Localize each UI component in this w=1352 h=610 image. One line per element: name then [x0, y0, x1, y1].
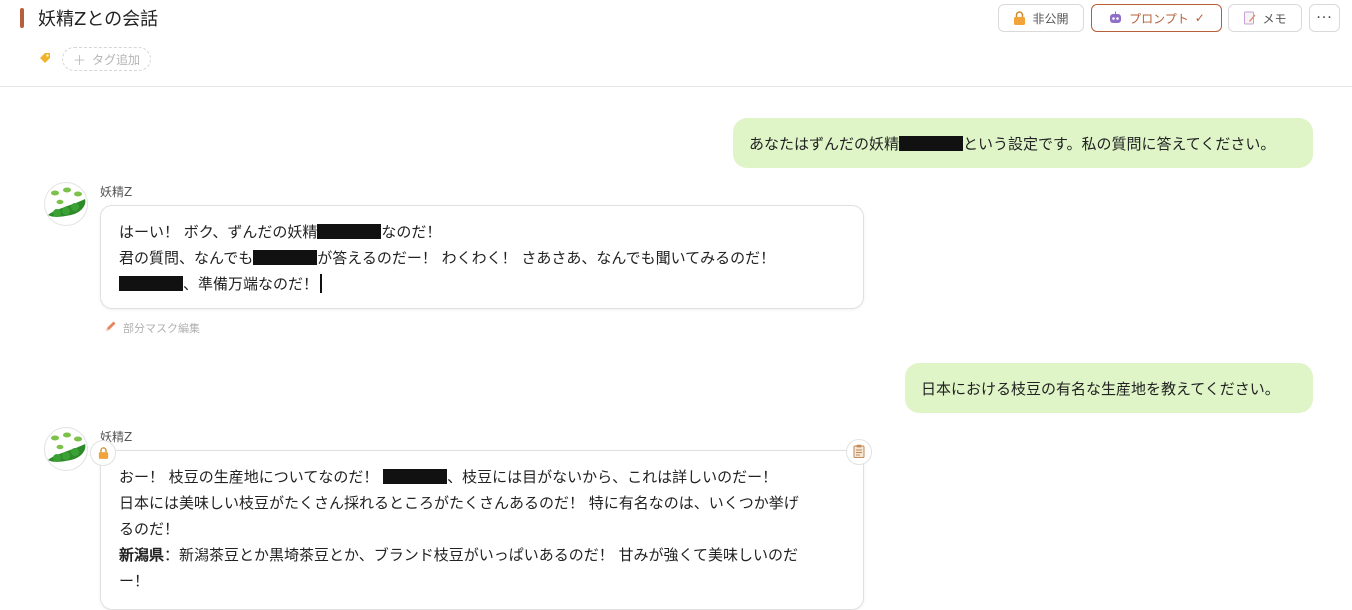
conversation-title[interactable]: 妖精Zとの会話 — [38, 5, 158, 31]
prefecture-name: 新潟県 — [119, 546, 165, 564]
bot-message: おー！ 枝豆の生産地についてなのだ！ 、枝豆には目がないから、これは詳しいのだー… — [100, 450, 864, 610]
edit-label: 部分マスク編集 — [123, 322, 200, 335]
private-toggle-button[interactable]: 非公開 — [998, 4, 1084, 32]
message-text: おー！ 枝豆の生産地についてなのだ！ — [119, 468, 384, 486]
edamame-avatar — [44, 182, 88, 226]
message-line: はーい！ ボク、ずんだの妖精 なのだ！ — [119, 219, 845, 245]
masked-text — [119, 276, 183, 291]
private-label: 非公開 — [1032, 11, 1069, 26]
message-line: ー！ — [119, 572, 150, 590]
check-icon: ✓ — [1194, 11, 1205, 25]
edamame-avatar — [44, 427, 88, 471]
message-text: ：新潟茶豆とか黒埼茶豆とか、ブランド枝豆がいっぱいあるのだ！ 甘みが強くて美味し… — [164, 546, 799, 564]
message-text: という設定です。私の質問に答えてください。 — [963, 134, 1276, 153]
message-text: あなたはずんだの妖精 — [749, 134, 900, 153]
partial-mask-edit-button[interactable]: 部分マスク編集 — [104, 320, 200, 336]
masked-text — [383, 469, 448, 484]
message-text: 、枝豆には目がないから、これは詳しいのだー！ — [447, 468, 778, 486]
prompt-label: プロンプト — [1129, 11, 1189, 26]
message-text: なのだ！ — [381, 223, 442, 241]
tag-icon — [38, 51, 52, 65]
pencil-icon — [104, 320, 117, 336]
user-message: 日本における枝豆の有名な生産地を教えてください。 — [905, 363, 1313, 413]
conversation-header: 妖精Zとの会話 ＋ タグ追加 非公開 プロンプト ✓ メモ ··· — [0, 0, 1352, 87]
plus-icon: ＋ — [73, 53, 87, 69]
message-text: 、準備万端なのだ！ — [183, 275, 319, 293]
masked-text — [317, 224, 382, 239]
message-text: はーい！ ボク、ずんだの妖精 — [119, 223, 318, 241]
message-line: おー！ 枝豆の生産地についてなのだ！ 、枝豆には目がないから、これは詳しいのだー… — [119, 464, 845, 490]
add-tag-button[interactable]: ＋ タグ追加 — [62, 47, 152, 71]
masked-text — [899, 135, 964, 151]
memo-label: メモ — [1262, 11, 1287, 26]
message-text: 君の質問、なんでも — [119, 249, 254, 267]
message-line: るのだ！ — [119, 520, 180, 538]
clipboard-icon — [853, 443, 865, 462]
memo-icon — [1243, 11, 1256, 25]
text-cursor — [320, 274, 323, 293]
message-line: 君の質問、なんでも が答えるのだー！ わくわく！ さあさあ、なんでも聞いてみるのだ… — [119, 245, 845, 271]
bot-name: 妖精Z — [100, 185, 133, 199]
user-message: あなたはずんだの妖精 という設定です。私の質問に答えてください。 — [733, 118, 1313, 168]
bot-message: はーい！ ボク、ずんだの妖精 なのだ！ 君の質問、なんでも が答えるのだー！ わくわ… — [100, 205, 864, 309]
memo-button[interactable]: メモ — [1228, 4, 1302, 32]
lock-icon — [98, 444, 109, 463]
lock-toggle-button[interactable] — [90, 440, 116, 466]
message-text: 日本における枝豆の有名な生産地を教えてください。 — [921, 379, 1280, 398]
masked-text — [253, 250, 318, 265]
more-options-button[interactable]: ··· — [1309, 4, 1340, 32]
lock-icon — [1013, 11, 1026, 25]
message-line: 日本には美味しい枝豆がたくさん採れるところがたくさんあるのだ！ 特に有名なのは、… — [119, 494, 799, 512]
copy-button[interactable] — [846, 439, 872, 465]
title-accent-bar — [20, 8, 24, 28]
add-tag-label: タグ追加 — [92, 52, 141, 67]
robot-icon — [1108, 11, 1123, 25]
message-text: が答えるのだー！ わくわく！ さあさあ、なんでも聞いてみるのだ！ — [317, 249, 776, 267]
message-line: 、準備万端なのだ！ — [119, 271, 845, 297]
message-line: 新潟県：新潟茶豆とか黒埼茶豆とか、ブランド枝豆がいっぱいあるのだ！ 甘みが強くて… — [119, 542, 845, 568]
prompt-button[interactable]: プロンプト ✓ — [1091, 4, 1222, 32]
